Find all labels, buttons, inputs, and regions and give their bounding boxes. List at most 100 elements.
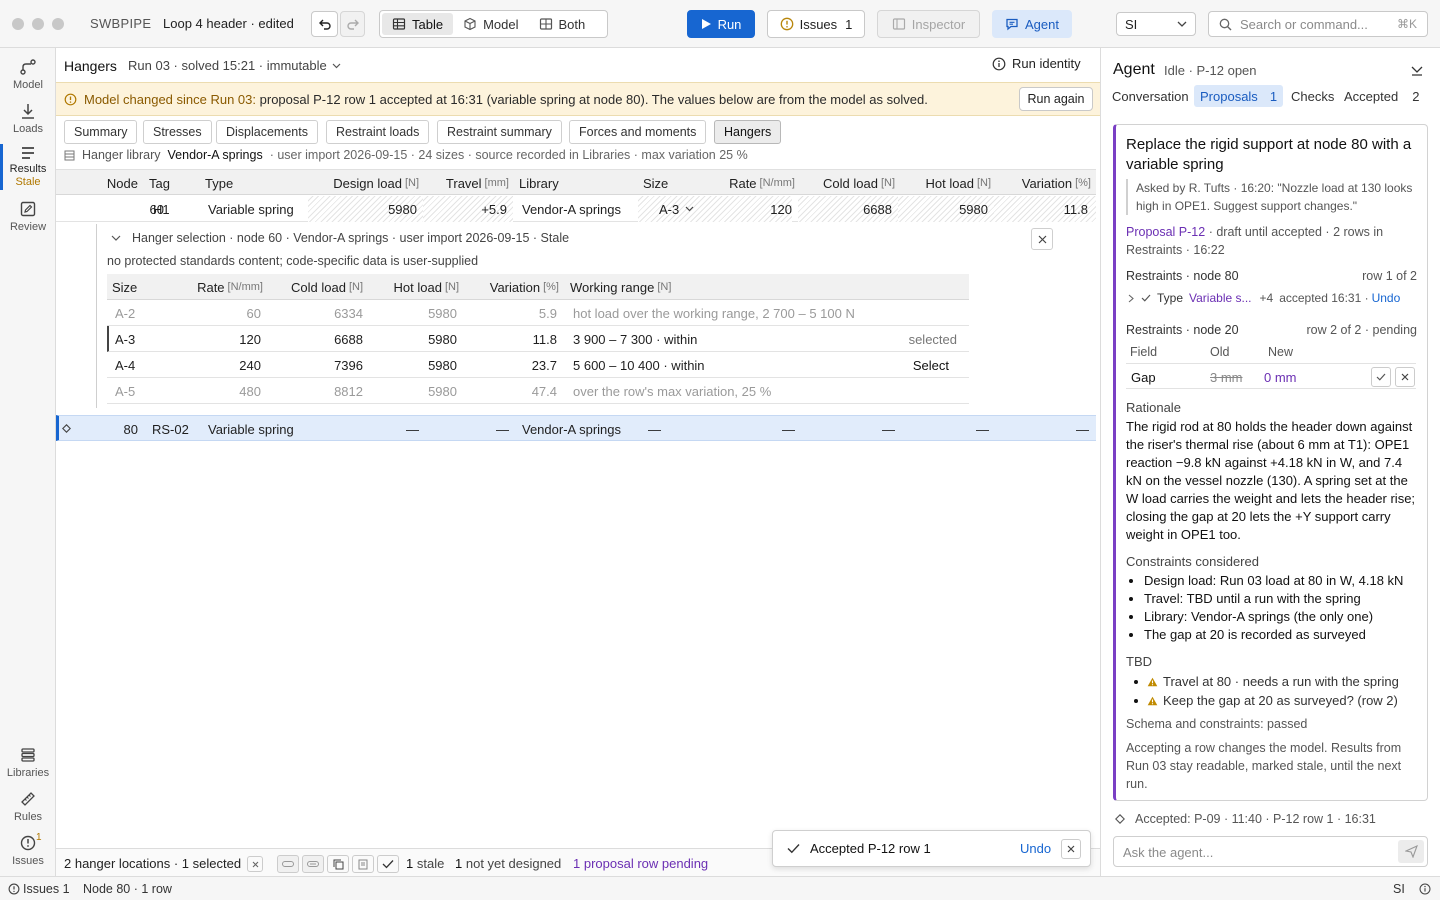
accept-row-button[interactable] [1371, 367, 1391, 387]
chevron-down-icon [332, 63, 341, 68]
tab-stresses[interactable]: Stresses [143, 120, 212, 144]
copy-button[interactable] [327, 855, 349, 873]
info-icon[interactable] [1419, 883, 1431, 895]
view-table-label: Table [412, 16, 444, 32]
row-rate: 120 [770, 201, 792, 217]
run-button[interactable]: Run [687, 10, 755, 38]
rail-issues-label: Issues [12, 855, 44, 867]
rail-rules[interactable]: Rules [0, 790, 56, 823]
rail-issues-badge: 1 [36, 832, 42, 843]
run-again-button[interactable]: Run again [1019, 87, 1093, 111]
col-travel[interactable]: Travel [mm] [426, 170, 509, 196]
col-node[interactable]: Node [86, 170, 138, 196]
row-action-button[interactable] [302, 855, 324, 873]
undo-icon [318, 19, 331, 30]
col-type[interactable]: Type [205, 170, 233, 196]
units-select[interactable]: SI [1116, 12, 1196, 36]
run-identity-button[interactable]: Run identity [992, 56, 1081, 71]
rail-issues[interactable]: Issues [0, 834, 56, 867]
copy-icon [333, 859, 343, 869]
rail-libraries[interactable]: Libraries [0, 746, 56, 779]
send-icon [1404, 845, 1418, 858]
opt-range: over the row's max variation, 25 % [573, 383, 772, 399]
col-rate[interactable]: Rate [N/mm] [706, 170, 795, 196]
row-action-button[interactable] [277, 855, 299, 873]
ask-agent-input[interactable]: Ask the agent... [1113, 836, 1428, 867]
row-design-load: 5980 [308, 196, 423, 222]
proposal-id-link[interactable]: Proposal P-12 [1126, 225, 1205, 239]
status-issues[interactable]: Issues 1 [23, 882, 70, 896]
agent-tab-conversation[interactable]: Conversation [1112, 89, 1189, 104]
tab-forces-moments[interactable]: Forces and moments [569, 120, 707, 144]
col-library[interactable]: Library [519, 170, 559, 196]
units-value: SI [1125, 16, 1138, 32]
rail-review-label: Review [9, 221, 47, 233]
r2-new-value[interactable]: 0 mm [1255, 368, 1371, 386]
rail-model[interactable]: Model [0, 58, 56, 91]
select-size-button[interactable]: Select [877, 352, 949, 378]
col-variation[interactable]: Variation [%] [1001, 170, 1091, 196]
window-close-dot[interactable] [12, 18, 24, 30]
rail-results[interactable]: Results Stale [0, 144, 56, 188]
toast-close-button[interactable] [1061, 839, 1081, 859]
window-zoom-dot[interactable] [52, 18, 64, 30]
footer-notdesigned: 1 not yet designed [455, 856, 561, 871]
tab-restraint-summary[interactable]: Restraint summary [437, 120, 562, 144]
rail-model-label: Model [13, 79, 43, 91]
search-icon [1219, 18, 1232, 30]
issues-button[interactable]: Issues 1 [767, 10, 865, 38]
unlink-icon [307, 861, 319, 867]
col-design-text: Design load [333, 175, 402, 191]
close-selection-button[interactable] [1031, 228, 1053, 250]
sel-col-range: Working range [N] [570, 274, 671, 300]
rail-review[interactable]: Review [0, 200, 56, 233]
tab-displacements[interactable]: Displacements [216, 120, 318, 144]
sel-col-var-text: Variation [489, 279, 541, 295]
tab-hangers[interactable]: Hangers [714, 120, 782, 144]
col-size[interactable]: Size [643, 170, 668, 196]
clear-selection-button[interactable] [247, 856, 263, 872]
agent-tab-accepted[interactable]: Accepted 2 [1344, 89, 1419, 104]
view-both-toggle[interactable]: Both [529, 13, 596, 35]
col-design-load[interactable]: Design load [N] [311, 170, 419, 196]
sel-col-hot-text: Hot load [393, 279, 442, 295]
tab-restraint-loads[interactable]: Restraint loads [326, 120, 430, 144]
table-row[interactable]: 80 RS-02 Variable spring — — Vendor-A sp… [56, 415, 1096, 441]
r1-summary-row[interactable]: Type Variable s... +4 accepted 16:31 · U… [1126, 287, 1416, 309]
col-tag[interactable]: Tag [149, 170, 170, 196]
close-icon [1401, 373, 1409, 381]
row-library: Vendor-A springs [522, 421, 622, 437]
toast-undo-link[interactable]: Undo [1020, 841, 1051, 856]
search-input[interactable]: Search or command... ⌘K [1208, 11, 1428, 37]
chevron-down-icon[interactable] [111, 235, 121, 242]
send-button[interactable] [1398, 840, 1424, 863]
redo-button[interactable] [340, 11, 365, 37]
window-minimize-dot[interactable] [32, 18, 44, 30]
document-title: Loop 4 header · edited [163, 16, 294, 31]
row-hot-load: 5980 [898, 196, 994, 222]
tab-summary[interactable]: Summary [64, 120, 138, 144]
r2-title: Restraints · node 20 [1126, 323, 1239, 337]
run-selector[interactable]: Run 03 · solved 15:21 · immutable [128, 58, 341, 73]
r1-undo-link[interactable]: Undo [1372, 291, 1401, 305]
view-table-toggle[interactable]: Table [382, 13, 454, 35]
view-model-toggle[interactable]: Model [453, 13, 528, 35]
confirm-button[interactable] [377, 855, 399, 873]
chevron-right-icon [1128, 294, 1134, 302]
undo-button[interactable] [311, 11, 338, 37]
col-hot-load[interactable]: Hot load [N] [901, 170, 991, 196]
sel-col-cold-unit: [N] [348, 281, 363, 293]
agent-button[interactable]: Agent [992, 10, 1072, 38]
clipboard-button[interactable] [352, 855, 374, 873]
agent-tab-checks[interactable]: Checks [1291, 89, 1334, 104]
agent-tab-proposals[interactable]: Proposals 1 [1194, 85, 1284, 107]
col-rate-unit: [N/mm] [759, 177, 795, 189]
inspector-button[interactable]: Inspector [877, 10, 980, 38]
rail-loads[interactable]: Loads [0, 102, 56, 135]
reject-row-button[interactable] [1395, 367, 1415, 387]
col-cold-load[interactable]: Cold load [N] [806, 170, 895, 196]
sel-col-range-unit: [N] [657, 281, 672, 293]
footer-pending-link[interactable]: 1 proposal row pending [573, 856, 708, 871]
table-row[interactable]: 60 H1 Variable spring 5980 +5.9 Vendor-A… [56, 196, 1096, 222]
collapse-icon[interactable] [1410, 65, 1424, 77]
